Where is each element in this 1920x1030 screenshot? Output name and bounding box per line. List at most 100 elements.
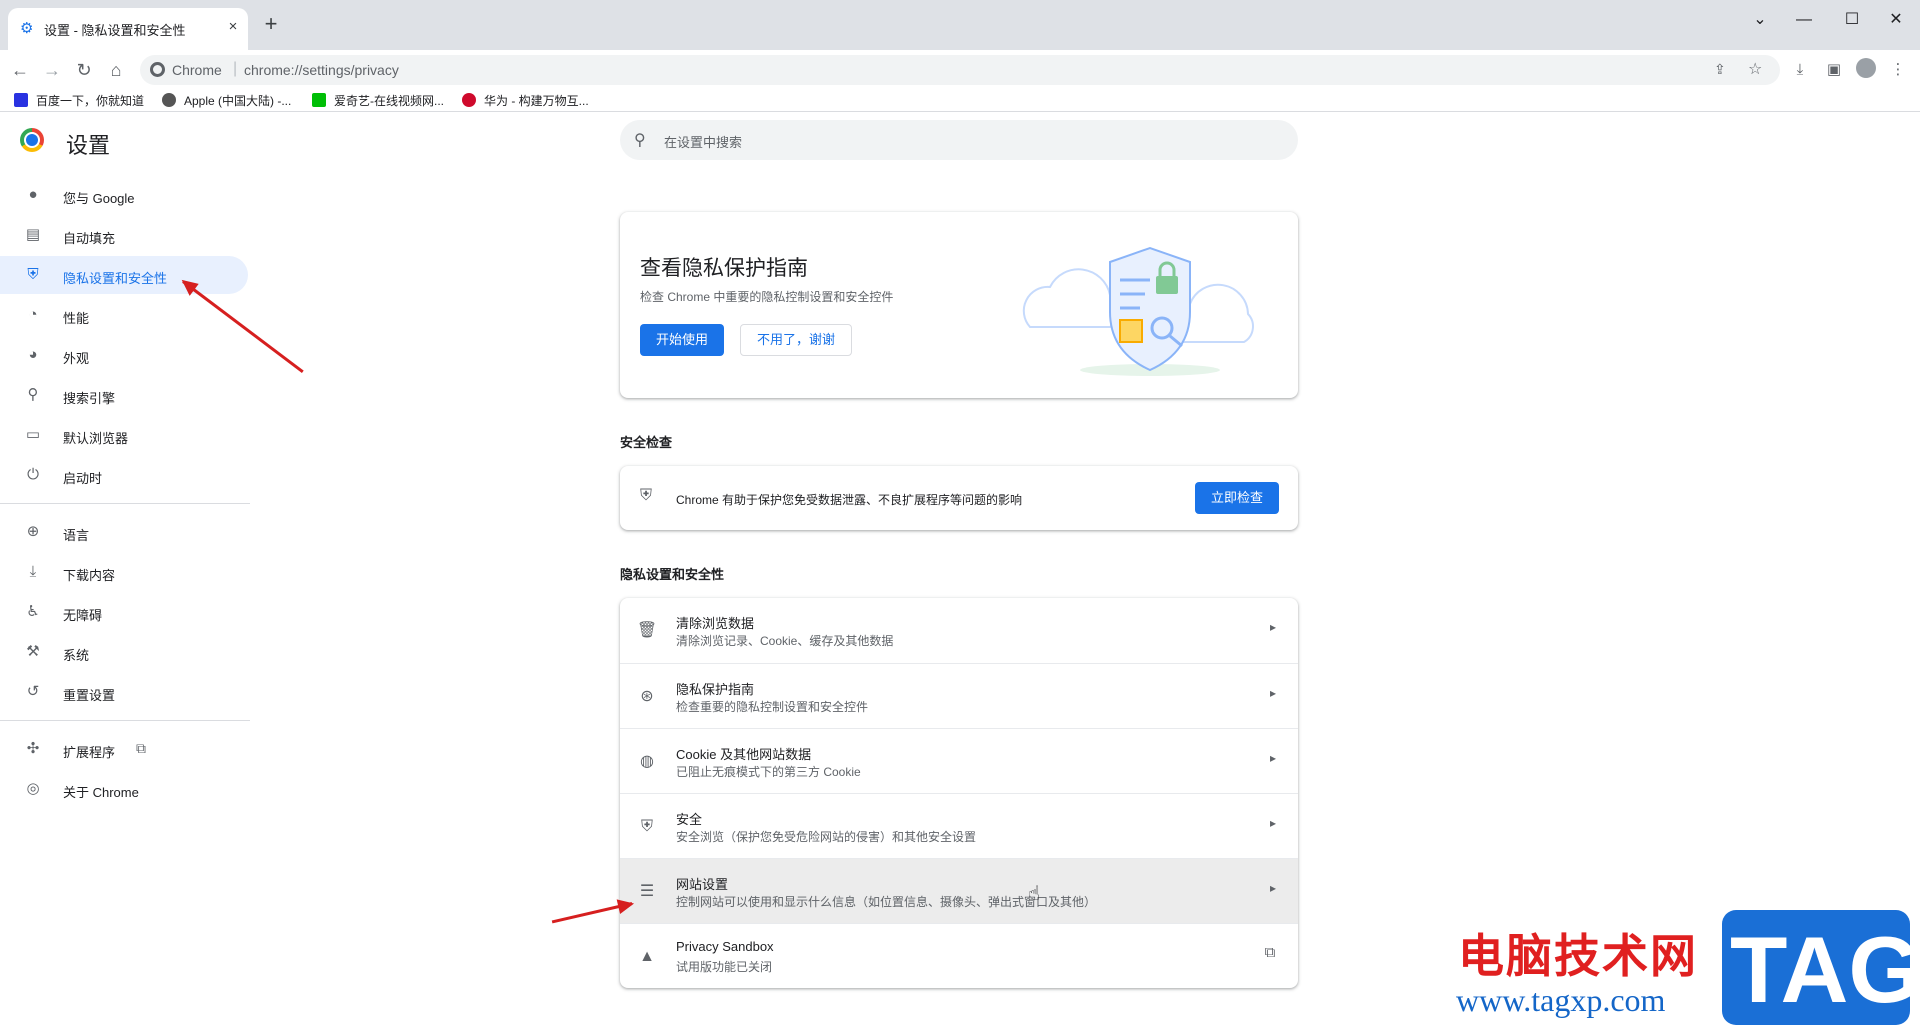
sidebar-item-default-browser[interactable]: ▭ 默认浏览器	[0, 416, 248, 454]
search-icon: ⚲	[634, 132, 646, 149]
person-icon: ●	[28, 186, 38, 203]
bookmark-item[interactable]: 华为 - 构建万物互...	[462, 92, 589, 109]
url-text[interactable]: chrome://settings/privacy	[244, 62, 399, 78]
shield-icon: ⛨	[27, 266, 39, 283]
home-icon[interactable]: ⌂	[102, 56, 130, 84]
share-icon[interactable]: ⇪	[1714, 61, 1726, 78]
sidebar-item-accessibility[interactable]: ♿ 无障碍	[0, 593, 248, 631]
puzzle-icon: ✣	[26, 740, 40, 757]
close-tab-button[interactable]: ×	[222, 16, 244, 38]
iqiyi-icon	[312, 93, 326, 107]
omnibox-divider: |	[233, 60, 238, 77]
bookmarks-bar: 百度一下，你就知道 Apple (中国大陆) -... 爱奇艺-在线视频网...…	[0, 90, 1920, 112]
sidebar-item-appearance[interactable]: ◕ 外观	[0, 336, 248, 374]
chrome-icon: ◎	[26, 780, 40, 797]
open-in-new-icon: ⧉	[136, 740, 146, 756]
history-icon: ↺	[26, 683, 40, 700]
sidebar-item-on-startup[interactable]: ⏻ 启动时	[0, 456, 248, 494]
start-guide-button[interactable]: 开始使用	[640, 324, 724, 356]
side-panel-icon[interactable]: ▣	[1822, 58, 1846, 82]
chevron-right-icon: ▸	[1269, 620, 1276, 634]
wrench-icon: ⚒	[26, 643, 40, 660]
row-site-settings[interactable]: ☰ 网站设置 控制网站可以使用和显示什么信息（如位置信息、摄像头、弹出式窗口及其…	[620, 858, 1298, 923]
row-security[interactable]: ⛨ 安全 安全浏览（保护您免受危险网站的侵害）和其他安全设置 ▸	[620, 793, 1298, 858]
sidebar-item-you-and-google[interactable]: ● 您与 Google	[0, 176, 248, 214]
browser-icon: ▭	[25, 426, 41, 443]
search-placeholder: 在设置中搜索	[664, 135, 743, 150]
new-tab-button[interactable]: +	[258, 12, 284, 38]
shield-icon: ⛨	[640, 818, 653, 835]
bookmark-item[interactable]: Apple (中国大陆) -...	[162, 92, 291, 109]
privacy-section-heading: 隐私设置和安全性	[620, 567, 725, 582]
close-window-icon[interactable]: ✕	[1876, 6, 1916, 34]
tab-title: 设置 - 隐私设置和安全性	[44, 23, 186, 38]
sidebar-divider	[0, 720, 250, 721]
safety-check-card: ⛨ Chrome 有助于保护您免受数据泄露、不良扩展程序等问题的影响 立即检查	[620, 466, 1298, 530]
forward-icon[interactable]: →	[38, 56, 66, 84]
huawei-icon	[462, 93, 476, 107]
row-privacy-guide[interactable]: ⊛ 隐私保护指南 检查重要的隐私控制设置和安全控件 ▸	[620, 663, 1298, 728]
power-icon: ⏻	[27, 466, 39, 483]
sidebar-item-about[interactable]: ◎ 关于 Chrome	[0, 770, 248, 808]
reload-icon[interactable]: ↻	[70, 56, 98, 84]
sidebar-item-privacy[interactable]: ⛨ 隐私设置和安全性	[0, 256, 248, 294]
tab-strip: ⚙ 设置 - 隐私设置和安全性 × + ⌄ — ☐ ✕	[0, 0, 1920, 50]
check-now-button[interactable]: 立即检查	[1195, 482, 1279, 514]
page-title: 设置	[66, 133, 111, 158]
tab-search-icon[interactable]: ⌄	[1740, 6, 1780, 34]
chevron-right-icon: ▸	[1269, 816, 1276, 830]
sidebar-item-autofill[interactable]: ▤ 自动填充	[0, 216, 248, 254]
row-cookies[interactable]: ◍ Cookie 及其他网站数据 已阻止无痕模式下的第三方 Cookie ▸	[620, 728, 1298, 793]
chrome-icon	[150, 62, 165, 77]
row-clear-browsing-data[interactable]: 🗑 清除浏览数据 清除浏览记录、Cookie、缓存及其他数据 ▸	[620, 598, 1298, 663]
sidebar-item-extensions[interactable]: ✣ 扩展程序 ⧉	[0, 730, 248, 768]
sidebar-item-languages[interactable]: ⊕ 语言	[0, 513, 248, 551]
chevron-right-icon: ▸	[1269, 751, 1276, 765]
search-input[interactable]: ⚲ 在设置中搜索	[620, 120, 1298, 160]
clipboard-icon: ▤	[25, 226, 41, 243]
privacy-settings-card: 🗑 清除浏览数据 清除浏览记录、Cookie、缓存及其他数据 ▸ ⊛ 隐私保护指…	[620, 598, 1298, 988]
open-in-new-icon[interactable]: ⧉	[1260, 944, 1280, 964]
profile-avatar-icon[interactable]	[1854, 58, 1878, 82]
maximize-icon[interactable]: ☐	[1832, 6, 1872, 34]
back-icon[interactable]: ←	[6, 56, 34, 84]
shield-check-icon: ⛨	[640, 487, 653, 504]
privacy-guide-card: 查看隐私保护指南 检查 Chrome 中重要的隐私控制设置和安全控件 开始使用 …	[620, 212, 1298, 398]
gear-icon: ⚙	[20, 20, 34, 37]
watermark-text: 电脑技术网	[1458, 929, 1698, 983]
sidebar-item-search-engine[interactable]: ⚲ 搜索引擎	[0, 376, 248, 414]
guide-subtitle: 检查 Chrome 中重要的隐私控制设置和安全控件	[640, 290, 894, 304]
row-privacy-sandbox[interactable]: ▲ Privacy Sandbox 试用版功能已关闭 ⧉	[620, 923, 1298, 988]
apple-icon	[162, 93, 176, 107]
safety-check-text: Chrome 有助于保护您免受数据泄露、不良扩展程序等问题的影响	[676, 493, 1023, 507]
minimize-icon[interactable]: —	[1784, 6, 1824, 34]
download-icon[interactable]: ⤓	[1788, 58, 1812, 82]
address-bar[interactable]: Chrome | chrome://settings/privacy ⇪ ☆	[140, 55, 1780, 85]
sliders-icon: ☰	[639, 883, 655, 900]
globe-icon: ⊕	[26, 523, 40, 540]
dismiss-guide-button[interactable]: 不用了，谢谢	[740, 324, 852, 356]
chrome-logo	[20, 128, 44, 152]
tab-settings[interactable]: ⚙ 设置 - 隐私设置和安全性 ×	[8, 8, 248, 50]
trash-icon: 🗑	[636, 622, 658, 639]
sidebar-divider	[0, 503, 250, 504]
sidebar-item-reset[interactable]: ↺ 重置设置	[0, 673, 248, 711]
bookmark-item[interactable]: 百度一下，你就知道	[14, 92, 144, 109]
site-label: Chrome	[172, 62, 222, 78]
menu-icon[interactable]: ⋮	[1886, 58, 1910, 82]
speedometer-icon: ◔	[28, 306, 38, 323]
sidebar-item-system[interactable]: ⚒ 系统	[0, 633, 248, 671]
palette-icon: ◕	[28, 346, 38, 363]
search-icon: ⚲	[27, 386, 39, 403]
chevron-right-icon: ▸	[1269, 686, 1276, 700]
compass-icon: ⊛	[640, 688, 654, 705]
privacy-guide-illustration	[1022, 246, 1254, 376]
cookie-icon: ◍	[640, 753, 654, 770]
watermark-logo: TAG	[1722, 910, 1920, 1025]
download-icon: ⤓	[29, 563, 37, 580]
sidebar-item-downloads[interactable]: ⤓ 下载内容	[0, 553, 248, 591]
guide-title: 查看隐私保护指南	[640, 257, 808, 280]
accessibility-icon: ♿	[26, 603, 40, 620]
bookmark-item[interactable]: 爱奇艺-在线视频网...	[312, 92, 444, 109]
bookmark-star-icon[interactable]: ☆	[1748, 59, 1762, 79]
